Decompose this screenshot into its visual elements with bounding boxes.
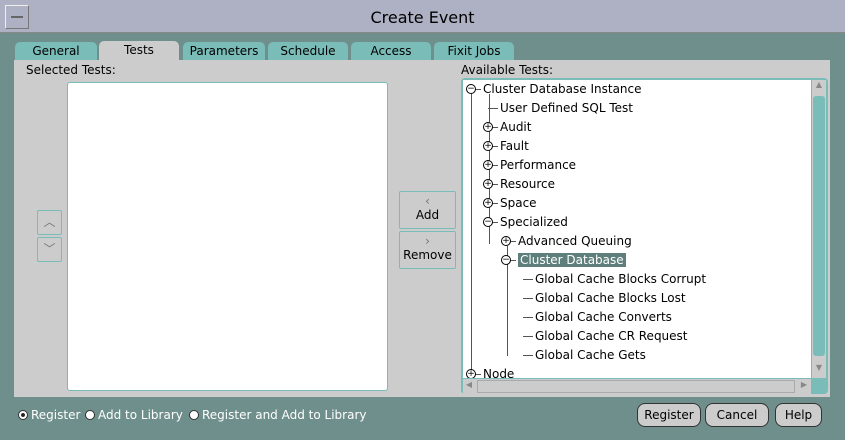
tree-node[interactable]: Node xyxy=(483,365,514,378)
option-register[interactable]: Register xyxy=(18,408,80,422)
tree-node-label: Node xyxy=(483,367,515,378)
tree-node-label: Global Cache Converts xyxy=(535,310,672,324)
collapse-icon[interactable]: − xyxy=(483,217,493,227)
cancel-button[interactable]: Cancel xyxy=(705,403,769,427)
option-register-label: Register xyxy=(31,408,81,422)
tree-node-label: Cluster Database xyxy=(518,253,626,267)
tree-node[interactable]: Global Cache Gets xyxy=(535,346,646,364)
tree-node[interactable]: Cluster Database xyxy=(518,251,626,269)
vertical-scroll-thumb[interactable] xyxy=(813,96,825,356)
tree-node[interactable]: Global Cache Converts xyxy=(535,308,672,326)
tree-node[interactable]: User Defined SQL Test xyxy=(500,99,633,117)
tree-connector xyxy=(523,355,533,356)
expand-icon[interactable]: + xyxy=(501,236,511,246)
tree-connector xyxy=(471,94,472,378)
tree-node-label: Specialized xyxy=(500,215,568,229)
register-button[interactable]: Register xyxy=(637,403,701,427)
tree-node[interactable]: Cluster Database Instance xyxy=(483,80,642,98)
tree-node[interactable]: Specialized xyxy=(500,213,568,231)
tree-node-label: Global Cache CR Request xyxy=(535,329,688,343)
tree-node[interactable]: Resource xyxy=(500,175,555,193)
collapse-icon[interactable]: − xyxy=(466,84,476,94)
tab-parameters[interactable]: Parameters xyxy=(183,42,265,60)
tree-node-label: Global Cache Blocks Lost xyxy=(535,291,686,305)
radio-register-and-add[interactable] xyxy=(189,410,199,420)
tree-connector xyxy=(523,336,533,337)
expand-icon[interactable]: + xyxy=(483,122,493,132)
tab-access[interactable]: Access xyxy=(351,42,431,60)
scroll-up-icon[interactable]: ▲ xyxy=(813,80,825,94)
available-tests-tree[interactable]: Cluster Database Instance − User Defined S… xyxy=(463,80,811,378)
expand-icon[interactable]: + xyxy=(483,141,493,151)
tree-connector xyxy=(488,108,498,109)
tree-node-label: Audit xyxy=(500,120,532,134)
selected-tests-list[interactable] xyxy=(67,82,388,391)
expand-icon[interactable]: + xyxy=(466,369,476,378)
tree-node-label: Space xyxy=(500,196,537,210)
tree-node-label: Cluster Database Instance xyxy=(483,82,642,96)
add-button[interactable]: ‹ Add xyxy=(399,191,456,229)
vertical-scrollbar[interactable]: ▲ ▼ xyxy=(812,80,826,378)
horizontal-scroll-thumb[interactable] xyxy=(477,380,795,393)
window-title: Create Event xyxy=(370,8,475,27)
chevron-left-icon: ‹ xyxy=(425,194,430,208)
tree-node[interactable]: Advanced Queuing xyxy=(518,232,632,250)
radio-add-to-library[interactable] xyxy=(85,410,95,420)
option-register-and-add[interactable]: Register and Add to Library xyxy=(189,408,366,422)
radio-register[interactable] xyxy=(18,410,28,420)
available-tests-label: Available Tests: xyxy=(461,63,554,77)
expand-icon[interactable]: + xyxy=(483,179,493,189)
selected-tests-label: Selected Tests: xyxy=(26,63,116,77)
tree-node-label: Performance xyxy=(500,158,577,172)
tree-node[interactable]: Global Cache Blocks Lost xyxy=(535,289,686,307)
tab-schedule[interactable]: Schedule xyxy=(268,42,348,60)
add-label: Add xyxy=(415,208,440,222)
option-add-to-library-label: Add to Library xyxy=(98,408,183,422)
move-up-button[interactable]: ︿ xyxy=(37,210,62,235)
tab-general[interactable]: General xyxy=(15,42,97,60)
tree-node-label: Global Cache Gets xyxy=(535,348,646,362)
tree-connector xyxy=(523,298,533,299)
move-down-button[interactable]: ﹀ xyxy=(37,237,62,262)
tree-node[interactable]: Global Cache CR Request xyxy=(535,327,688,345)
scroll-down-icon[interactable]: ▼ xyxy=(813,363,825,377)
expand-icon[interactable]: + xyxy=(483,198,493,208)
tree-node[interactable]: Global Cache Blocks Corrupt xyxy=(535,270,706,288)
remove-label: Remove xyxy=(403,248,452,262)
tree-connector xyxy=(523,279,533,280)
horizontal-scrollbar[interactable]: ◀ ▶ xyxy=(463,379,811,394)
tree-node[interactable]: Performance xyxy=(500,156,576,174)
tree-node-label: Resource xyxy=(500,177,556,191)
chevron-right-icon: › xyxy=(425,234,430,248)
option-add-to-library[interactable]: Add to Library xyxy=(85,408,183,422)
remove-button[interactable]: › Remove xyxy=(399,231,456,269)
tree-node-label: Fault xyxy=(500,139,529,153)
title-bar: Create Event xyxy=(0,0,845,33)
tree-node-label: Global Cache Blocks Corrupt xyxy=(535,272,707,286)
tree-connector xyxy=(523,317,533,318)
option-register-and-add-label: Register and Add to Library xyxy=(202,408,367,422)
collapse-icon[interactable]: − xyxy=(501,255,511,265)
scroll-left-icon[interactable]: ◀ xyxy=(463,380,475,393)
tree-node-label: Advanced Queuing xyxy=(518,234,632,248)
tree-node[interactable]: Audit xyxy=(500,118,531,136)
chevron-down-icon: ﹀ xyxy=(43,242,56,256)
tab-fixit-jobs[interactable]: Fixit Jobs xyxy=(434,42,514,60)
help-button[interactable]: Help xyxy=(775,403,822,427)
tab-tests[interactable]: Tests xyxy=(99,41,179,61)
chevron-up-icon: ︿ xyxy=(43,215,56,229)
tree-node-label: User Defined SQL Test xyxy=(500,101,633,115)
tree-node[interactable]: Space xyxy=(500,194,537,212)
tree-node[interactable]: Fault xyxy=(500,137,529,155)
scroll-right-icon[interactable]: ▶ xyxy=(798,380,810,393)
expand-icon[interactable]: + xyxy=(483,160,493,170)
